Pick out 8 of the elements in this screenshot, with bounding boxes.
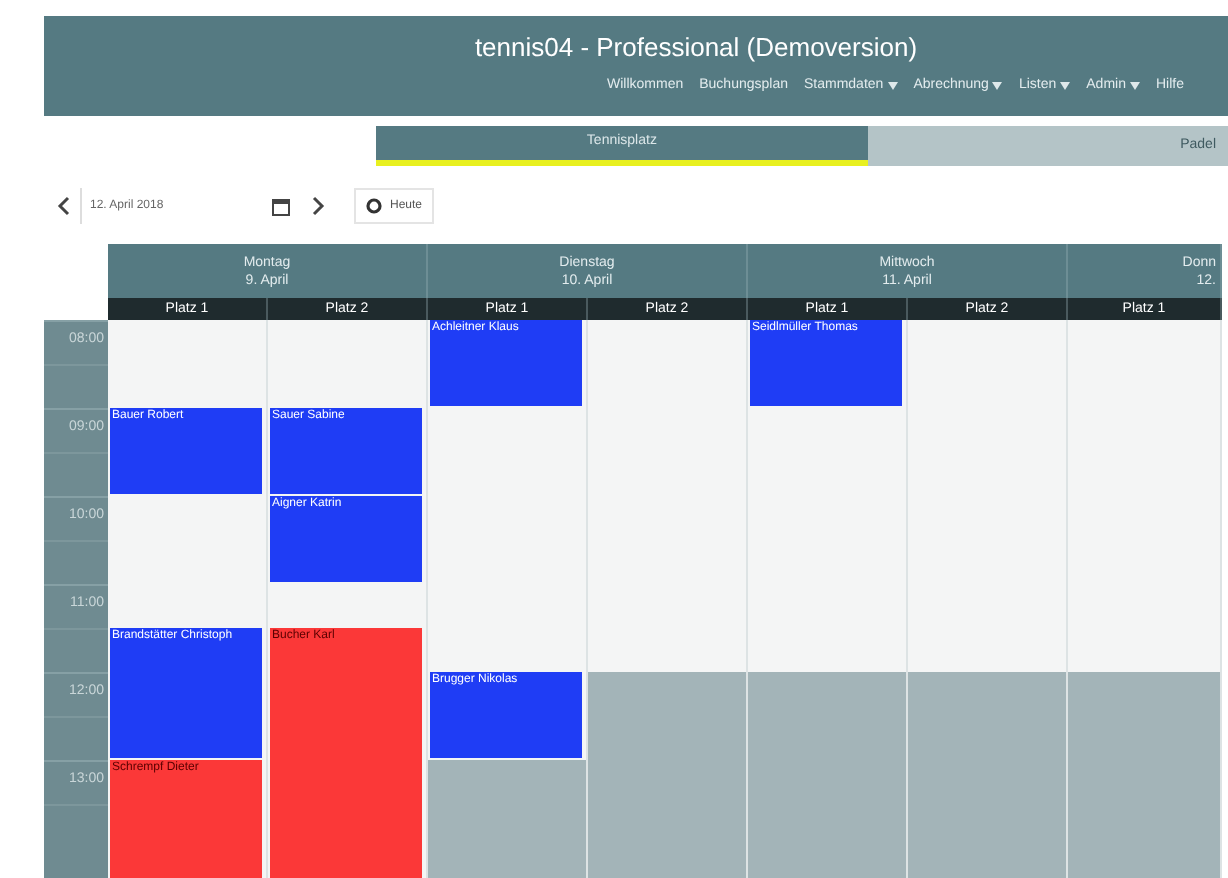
caret-icon [1060,81,1071,90]
chevron-left-icon[interactable] [56,196,72,216]
caret-icon [992,81,1003,90]
caret-icon [1129,81,1140,90]
app-title: tennis04 - Professional (Demoversion) [474,30,918,66]
calendar-icon[interactable] [272,197,290,215]
chevron-right-icon[interactable] [310,196,326,216]
caret-icon [887,81,898,90]
